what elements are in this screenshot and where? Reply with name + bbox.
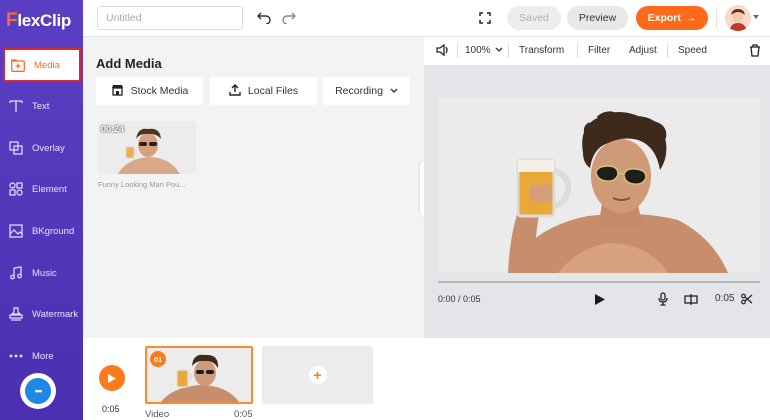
watermark-icon: [8, 306, 24, 322]
fullscreen-icon[interactable]: [476, 9, 494, 27]
element-icon: [8, 181, 24, 197]
media-duration: 00:24: [101, 124, 125, 134]
sidebar-item-more[interactable]: More: [0, 339, 83, 373]
zoom-dropdown[interactable]: 100%: [465, 45, 503, 56]
video-canvas[interactable]: [438, 98, 760, 273]
flexclip-logo[interactable]: FlexClip: [6, 10, 71, 32]
export-label: Export: [647, 12, 681, 24]
sidebar-item-label: Text: [32, 100, 50, 112]
avatar[interactable]: [725, 5, 751, 31]
add-clip-button[interactable]: +: [262, 346, 373, 404]
project-title-input[interactable]: [97, 6, 243, 30]
background-icon: [8, 223, 24, 239]
preview-area: 100% Transform Filter Adjust Speed 0:00 …: [424, 37, 770, 338]
play-icon[interactable]: [593, 292, 607, 306]
preview-button[interactable]: Preview: [567, 6, 628, 30]
sidebar-item-music[interactable]: Music: [0, 256, 83, 290]
end-time: 0:05: [715, 293, 735, 304]
media-panel: Add Media Stock Media Local Files Record…: [83, 37, 424, 338]
sidebar-item-media[interactable]: Media: [3, 48, 81, 82]
divider: [667, 44, 668, 58]
media-caption: Funny Looking Man Pou...: [98, 180, 186, 189]
sidebar-item-overlay[interactable]: Overlay: [0, 131, 83, 165]
video-frame-image: [438, 98, 760, 273]
chevron-down-icon: [390, 85, 398, 97]
sidebar-item-text[interactable]: Text: [0, 89, 83, 123]
saved-label: Saved: [519, 12, 549, 24]
divider: [577, 44, 578, 58]
timeline: 0:05 01 Video 0:05 +: [83, 338, 770, 420]
timeline-clip[interactable]: 01: [145, 346, 253, 404]
sidebar-item-label: BKground: [32, 225, 75, 237]
sidebar-item-bkground[interactable]: BKground: [0, 214, 83, 248]
sidebar-item-label: Watermark: [32, 308, 79, 320]
chevron-down-icon: [495, 47, 503, 52]
arrow-right-icon: →: [685, 12, 697, 24]
chevron-down-icon[interactable]: [753, 15, 759, 19]
chat-glyph: •••: [34, 386, 43, 396]
chat-icon: •••: [25, 378, 51, 404]
zoom-value: 100%: [465, 45, 491, 56]
play-icon: [108, 373, 116, 383]
speed-button[interactable]: Speed: [678, 45, 707, 56]
sidebar: FlexClip Media Text Overlay Element BKgr…: [0, 0, 83, 420]
recording-dropdown[interactable]: Recording: [323, 77, 410, 105]
plus-icon: +: [308, 366, 327, 384]
logo-letter: F: [6, 10, 18, 31]
sidebar-item-element[interactable]: Element: [0, 172, 83, 206]
playback-progress-bar[interactable]: [438, 281, 760, 283]
sidebar-item-label: Element: [32, 183, 67, 195]
clip-index-badge: 01: [150, 351, 166, 367]
sidebar-item-label: Overlay: [32, 142, 65, 154]
undo-icon[interactable]: [255, 9, 273, 27]
clip-label: Video: [145, 409, 170, 420]
text-icon: [8, 98, 24, 114]
logo-text: lexClip: [17, 11, 71, 30]
media-thumbnail[interactable]: 00:24: [98, 121, 196, 174]
preview-label: Preview: [578, 12, 617, 24]
export-button[interactable]: Export →: [636, 6, 708, 30]
divider: [716, 8, 717, 28]
adjust-button[interactable]: Adjust: [629, 45, 657, 56]
sidebar-item-label: More: [32, 350, 54, 362]
divider: [457, 44, 458, 58]
current-time: 0:00 / 0:05: [438, 294, 481, 304]
trash-icon[interactable]: [749, 44, 761, 60]
top-bar: Saved Preview Export →: [83, 0, 770, 37]
volume-icon[interactable]: [436, 43, 450, 59]
media-icon: [10, 57, 26, 73]
timeline-duration: 0:05: [102, 404, 120, 414]
panel-title: Add Media: [96, 56, 162, 71]
filter-button[interactable]: Filter: [588, 45, 610, 56]
overlay-icon: [8, 140, 24, 156]
sidebar-item-label: Media: [34, 59, 60, 71]
saved-button: Saved: [507, 6, 561, 30]
microphone-icon[interactable]: [656, 292, 670, 306]
stock-media-button[interactable]: Stock Media: [96, 77, 203, 105]
divider: [508, 44, 509, 58]
chat-button[interactable]: •••: [20, 373, 56, 409]
recording-label: Recording: [335, 85, 383, 97]
local-files-label: Local Files: [247, 85, 299, 97]
sidebar-item-label: Music: [32, 267, 57, 279]
preview-toolbar: 100% Transform Filter Adjust Speed: [424, 37, 770, 65]
store-icon: [111, 84, 124, 99]
redo-icon[interactable]: [280, 9, 298, 27]
sidebar-item-watermark[interactable]: Watermark: [0, 297, 83, 331]
music-icon: [8, 265, 24, 281]
local-files-button[interactable]: Local Files: [210, 77, 317, 105]
clip-duration: 0:05: [234, 409, 253, 420]
split-icon[interactable]: [684, 292, 698, 306]
scissors-icon[interactable]: [740, 292, 754, 306]
more-icon: [8, 348, 24, 364]
transform-button[interactable]: Transform: [519, 45, 564, 56]
upload-icon: [229, 83, 241, 99]
timeline-play-button[interactable]: [99, 365, 125, 391]
stock-media-label: Stock Media: [130, 85, 189, 97]
